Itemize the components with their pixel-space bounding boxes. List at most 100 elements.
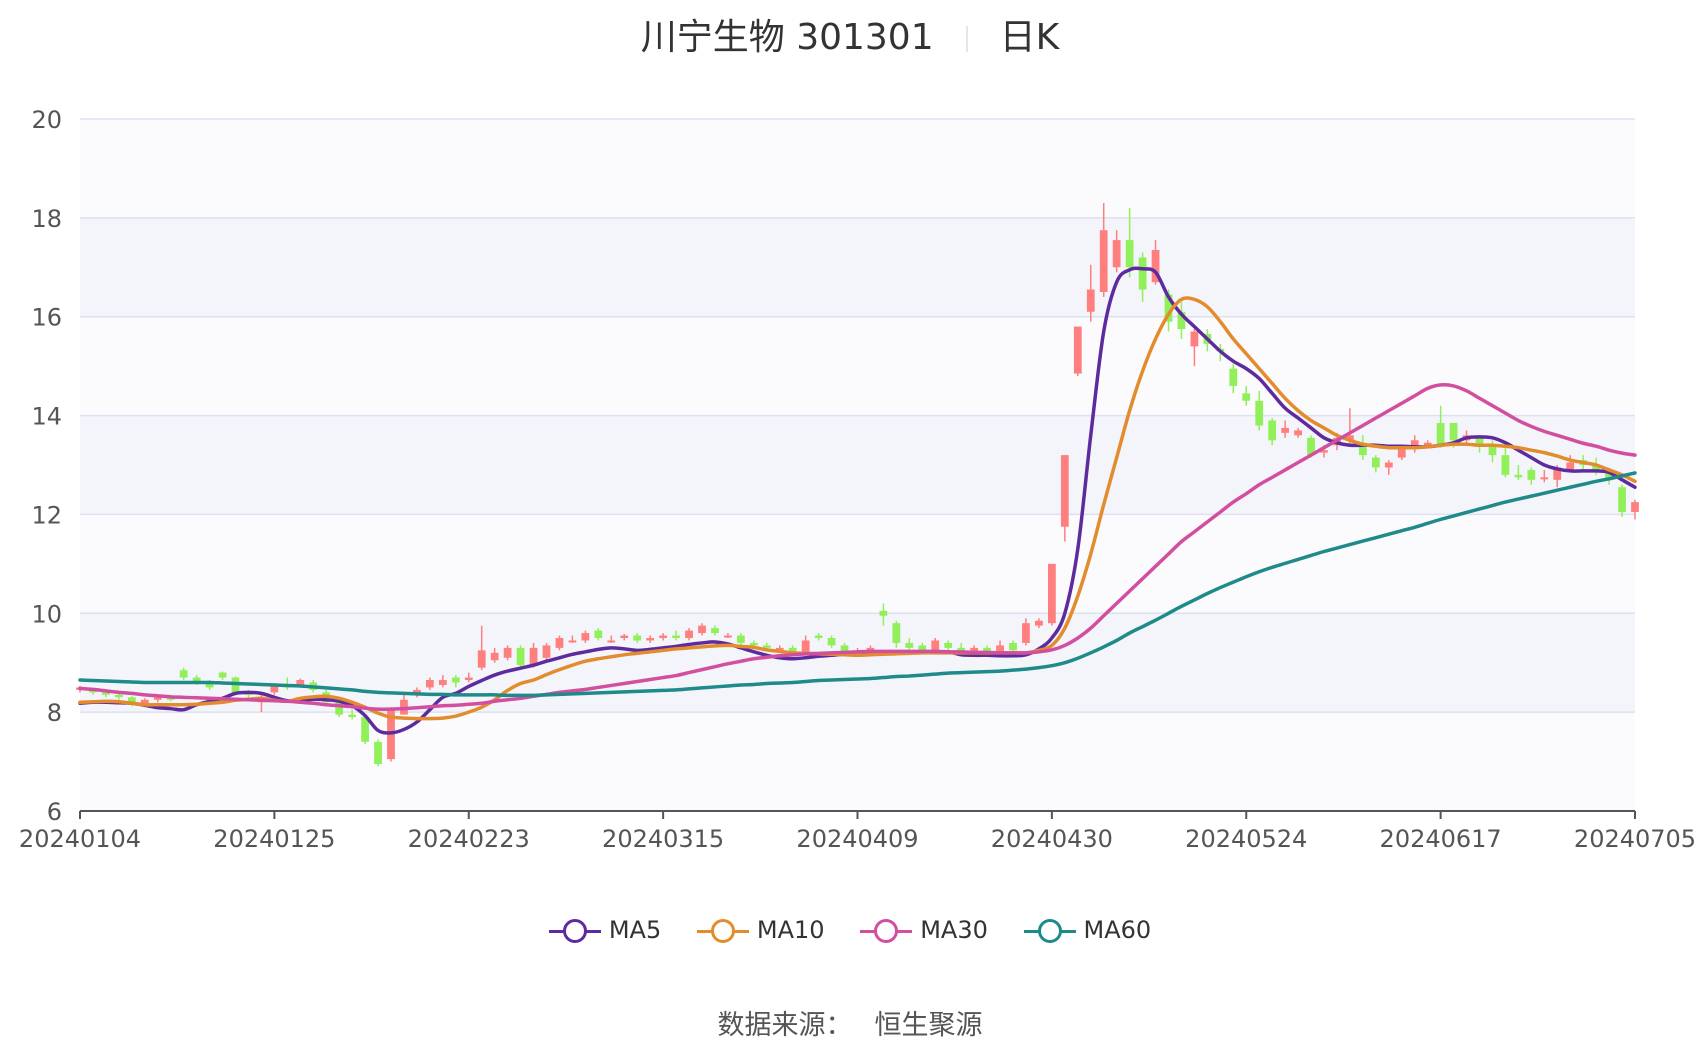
candle [542,642,551,661]
legend-marker-ma60 [1037,919,1062,943]
candle [374,739,382,767]
candle-body [827,638,836,646]
plot-band [80,316,1635,416]
candle [516,645,525,668]
source-label: 数据来源： [717,1010,853,1041]
candle-body [1540,477,1549,480]
candle-body [451,677,460,683]
candle-body [892,623,901,643]
candle-body [1022,623,1030,643]
legend-label-ma60: MA60 [1083,916,1152,944]
candle-body [1449,422,1458,441]
y-tick-label: 8 [47,699,62,727]
x-tick-label: 20240315 [602,825,724,853]
y-tick-label: 16 [31,304,62,332]
candle-body [568,640,577,643]
y-tick-label: 14 [31,403,62,431]
legend-item-ma60[interactable]: MA60 [1023,916,1152,944]
candle-body [931,640,940,651]
candle [1047,563,1056,626]
source-value: 恒生聚源 [874,1010,983,1041]
plot-background [80,119,1635,811]
candle-body [879,610,888,616]
candle-body [1060,455,1069,527]
candle-body [944,642,953,648]
candle-body [581,633,590,641]
candle-body [218,672,227,678]
legend-item-ma30[interactable]: MA30 [860,916,988,944]
y-tick-label: 18 [31,205,62,233]
candle-body [1618,487,1626,512]
candle-body [542,645,551,658]
candle-body [1255,400,1264,426]
candle-body [1242,393,1251,401]
candle-body [1384,462,1393,468]
candle-body [425,680,434,688]
candle-body [477,650,486,668]
candle [1073,326,1082,377]
candle-body [672,635,680,638]
candle-body [1009,642,1017,651]
candle-body [633,635,642,641]
candle-body [1125,240,1134,268]
candle-body [1035,620,1043,626]
candle-body [801,640,810,653]
candle-body [736,635,745,643]
data-source: 数据来源： 恒生聚源 [0,1003,1700,1042]
candle-body [1501,455,1510,475]
legend-swatch-ma60 [1023,919,1076,943]
candle-body [724,635,732,638]
candle-body [503,647,512,658]
candle-body [905,642,914,648]
candlestick-chart: 6 8 10 12 14 16 18 20 20240104 20240125 20240223 20… [19,106,1696,853]
candle-body [1294,430,1302,436]
candle-body [1631,502,1639,512]
candle-body [1190,331,1199,347]
candle-body [438,680,447,685]
candle-body [1514,474,1523,478]
y-tick-label: 12 [31,501,62,529]
legend-item-ma5[interactable]: MA5 [548,916,662,944]
candle-body [1047,563,1056,624]
x-tick-label: 20240617 [1380,825,1502,853]
candle-body [698,625,706,634]
candle-body [1268,420,1277,441]
candle-body [620,635,629,638]
candle-body [490,652,499,661]
candle-body [1229,368,1238,386]
legend-label-ma30: MA30 [920,916,988,944]
legend-swatch-ma30 [860,919,913,943]
candle-body [1138,257,1147,290]
legend-swatch-ma10 [696,919,749,943]
candle-body [1086,289,1095,312]
y-tick-label: 6 [47,798,62,826]
legend-marker-ma10 [710,919,735,943]
legend-label-ma5: MA5 [608,916,662,944]
candle-body [659,635,668,638]
candle-body [1073,326,1082,374]
candle-body [814,635,823,638]
candle-body [464,677,473,681]
candle-body [1099,230,1108,292]
candle-body [348,714,357,718]
x-tick-label: 20240705 [1574,825,1696,853]
x-tick-label: 20240125 [213,825,335,853]
y-tick-label: 20 [31,106,62,134]
candle-body [1566,462,1575,470]
candle-body [114,694,123,698]
plot-band [80,712,1635,811]
legend-item-ma10[interactable]: MA10 [696,916,825,944]
candle-body [594,630,603,638]
legend-marker-ma5 [562,919,587,943]
y-tick-label: 10 [31,600,62,628]
candle-body [1281,427,1290,433]
candle-body [749,642,758,646]
x-tick-label: 20240409 [796,825,918,853]
candle-body [516,647,525,666]
candle-body [711,628,719,634]
plot-band [80,217,1635,317]
candle-body [1527,469,1536,480]
x-tick-label: 20240524 [1185,825,1307,853]
x-tick-label: 20240430 [991,825,1113,853]
candle-body [607,640,616,643]
